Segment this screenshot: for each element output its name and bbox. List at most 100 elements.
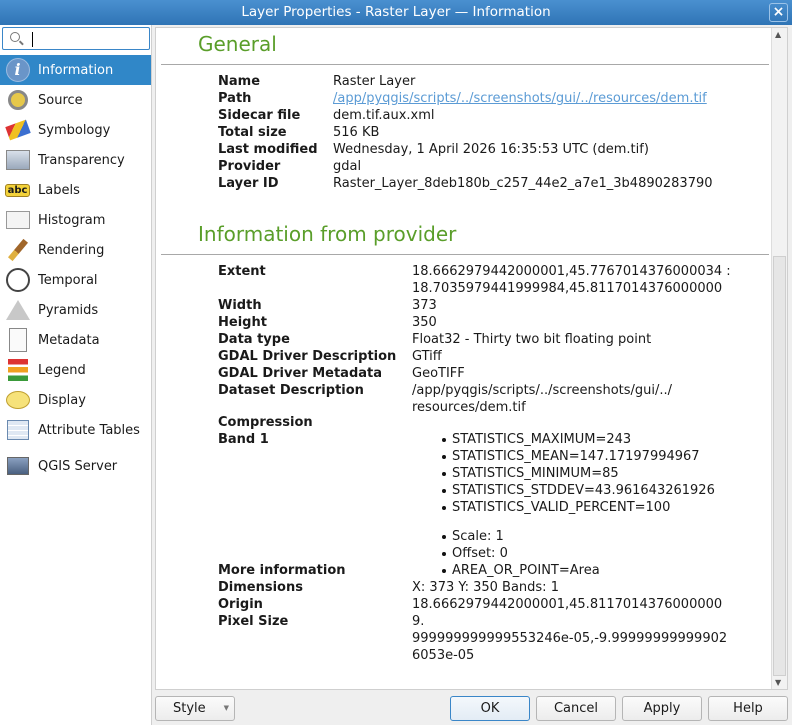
symbology-icon	[4, 118, 31, 142]
row-value: 373	[412, 298, 437, 313]
row-label: Dataset Description	[218, 383, 364, 398]
sidebar-item-transparency[interactable]: Transparency	[0, 145, 151, 175]
row-value: 18.6662979442000001,45.7767014376000034 …	[412, 263, 731, 297]
row-label: GDAL Driver Description	[218, 349, 397, 364]
section-heading-provider: Information from provider	[198, 222, 457, 246]
divider	[161, 254, 769, 255]
row-value: 9. 999999999999553246e-05,-9.999999999999…	[412, 613, 727, 664]
list-item: STATISTICS_MEAN=147.17197994967	[442, 448, 715, 465]
row-value: 18.6662979442000001,45.8117014376000000	[412, 597, 723, 612]
row-label: Provider	[218, 159, 281, 174]
table-row: Name Raster Layer	[218, 73, 713, 90]
scroll-down-icon[interactable]: ▼	[775, 678, 781, 687]
sidebar-item-histogram[interactable]: Histogram	[0, 205, 151, 235]
row-label: Total size	[218, 125, 287, 140]
row-value: X: 373 Y: 350 Bands: 1	[412, 580, 559, 595]
pyramids-icon	[4, 298, 31, 322]
row-label: Data type	[218, 332, 290, 347]
table-row: Extent 18.6662979442000001,45.77670143760…	[218, 263, 731, 297]
sidebar-item-label: Attribute Tables	[38, 422, 140, 438]
sidebar-item-label: QGIS Server	[38, 458, 118, 474]
labels-icon: abc	[4, 178, 31, 202]
extent-line: 18.6662979442000001,45.7767014376000034 …	[412, 264, 731, 279]
help-button[interactable]: Help	[708, 696, 788, 721]
sidebar-item-source[interactable]: Source	[0, 85, 151, 115]
pixel-line: 999999999999553246e-05,-9.99999999999902	[412, 631, 728, 646]
scroll-up-icon[interactable]: ▲	[775, 30, 781, 39]
table-row: Height 350	[218, 314, 731, 331]
vertical-scrollbar[interactable]: ▲ ▼	[771, 28, 787, 689]
sidebar-item-temporal[interactable]: Temporal	[0, 265, 151, 295]
clock-icon	[4, 268, 31, 292]
divider	[161, 64, 769, 65]
row-value: Raster_Layer_8deb180b_c257_44e2_a7e1_3b4…	[333, 176, 713, 191]
band-extra-list: Scale: 1 Offset: 0 AREA_OR_POINT=Area	[442, 528, 715, 579]
sidebar-item-label: Transparency	[38, 152, 125, 168]
sidebar-item-attribute-tables[interactable]: Attribute Tables	[0, 415, 151, 445]
list-item: STATISTICS_MAXIMUM=243	[442, 431, 715, 448]
sidebar-item-display[interactable]: Display	[0, 385, 151, 415]
section-heading-general: General	[198, 32, 277, 56]
information-panel: General Name Raster Layer Path/app/pyqgis…	[155, 27, 788, 690]
sidebar-item-label: Histogram	[38, 212, 106, 228]
table-row: Path/app/pyqgis/scripts/../screenshots/g…	[218, 90, 713, 107]
band-values: STATISTICS_MAXIMUM=243 STATISTICS_MEAN=1…	[442, 431, 715, 579]
row-label: Height	[218, 315, 267, 330]
search-input[interactable]	[2, 27, 150, 50]
path-link[interactable]: /app/pyqgis/scripts/../screenshots/gui/.…	[333, 90, 707, 107]
row-label: Last modified	[218, 142, 318, 157]
table-row: Origin 18.6662979442000001,45.81170143760…	[218, 596, 731, 613]
pixel-line: 6053e-05	[412, 648, 475, 663]
table-row: GDAL Driver Description GTiff	[218, 348, 731, 365]
list-item: Scale: 1	[442, 528, 715, 545]
legend-icon	[4, 358, 31, 382]
sidebar-item-label: Information	[38, 62, 114, 78]
sidebar-item-pyramids[interactable]: Pyramids	[0, 295, 151, 325]
table-row: GDAL Driver Metadata GeoTIFF	[218, 365, 731, 382]
sidebar-item-metadata[interactable]: Metadata	[0, 325, 151, 355]
search-icon	[10, 32, 20, 42]
ok-button[interactable]: OK	[450, 696, 530, 721]
style-dropdown-button[interactable]: Style ▼	[155, 696, 235, 721]
table-row: Last modified Wednesday, 1 April 2026 16:…	[218, 141, 713, 158]
sidebar-item-rendering[interactable]: Rendering	[0, 235, 151, 265]
server-icon	[4, 454, 31, 478]
row-label: Sidecar file	[218, 108, 301, 123]
list-item: STATISTICS_MINIMUM=85	[442, 465, 715, 482]
row-label: Band 1	[218, 432, 269, 447]
dataset-line: resources/dem.tif	[412, 400, 526, 415]
extent-line: 18.7035979441999984,45.8117014376000000	[412, 281, 723, 296]
table-row: Dimensions X: 373 Y: 350 Bands: 1	[218, 579, 731, 596]
row-value: GeoTIFF	[412, 366, 465, 381]
scrollbar-thumb[interactable]	[773, 256, 786, 676]
row-label: Origin	[218, 597, 263, 612]
pixel-line: 9.	[412, 614, 425, 629]
button-label: Style	[173, 701, 206, 716]
table-row: Pixel Size 9. 999999999999553246e-05,-9.99…	[218, 613, 731, 664]
table-row: Total size 516 KB	[218, 124, 713, 141]
general-table: Name Raster Layer Path/app/pyqgis/scripts…	[218, 73, 713, 192]
close-button[interactable]: ×	[769, 3, 788, 22]
list-item: Offset: 0	[442, 545, 715, 562]
row-value: Float32 - Thirty two bit floating point	[412, 332, 652, 347]
list-item: AREA_OR_POINT=Area	[442, 562, 715, 579]
provider-table: Extent 18.6662979442000001,45.77670143760…	[218, 263, 731, 664]
sidebar-item-symbology[interactable]: Symbology	[0, 115, 151, 145]
sidebar-item-qgis-server[interactable]: QGIS Server	[0, 451, 151, 481]
sidebar-item-legend[interactable]: Legend	[0, 355, 151, 385]
row-label: GDAL Driver Metadata	[218, 366, 383, 381]
sidebar-item-labels[interactable]: abc Labels	[0, 175, 151, 205]
metadata-icon	[4, 328, 31, 352]
list-item: STATISTICS_VALID_PERCENT=100	[442, 499, 715, 516]
cancel-button[interactable]: Cancel	[536, 696, 616, 721]
row-value: Raster Layer	[333, 74, 416, 89]
histogram-icon	[4, 208, 31, 232]
statistics-list: STATISTICS_MAXIMUM=243 STATISTICS_MEAN=1…	[442, 431, 715, 516]
sidebar-item-information[interactable]: i Information	[0, 55, 151, 85]
table-row: Dataset Description/app/pyqgis/scripts/.…	[218, 382, 731, 416]
source-icon	[4, 88, 31, 112]
sidebar: i Information Source Symbology Transparen…	[0, 25, 152, 725]
text-cursor	[32, 32, 33, 47]
apply-button[interactable]: Apply	[622, 696, 702, 721]
rendering-icon	[4, 238, 31, 262]
